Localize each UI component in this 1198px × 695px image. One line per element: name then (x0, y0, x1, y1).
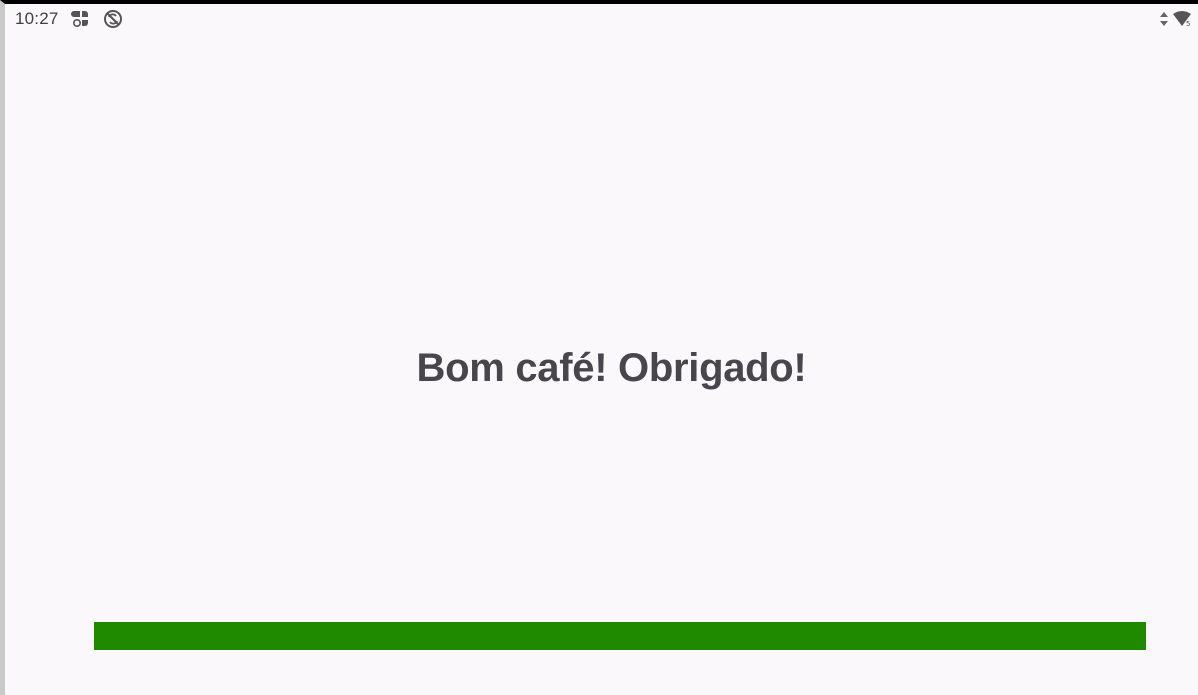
data-arrows-icon (1159, 9, 1169, 29)
progress-bar-fill (94, 622, 1146, 650)
status-clock: 10:27 (15, 9, 59, 28)
app-grid-icon (70, 9, 91, 29)
svg-text:5: 5 (1186, 20, 1190, 27)
status-bar-left: 10:27 (15, 9, 123, 29)
status-bar-right: 5 (1159, 9, 1192, 29)
wifi-icon: 5 (1172, 9, 1192, 29)
progress-bar (94, 622, 1146, 650)
app-screen: 10:27 5 Bom café! Obrigado! (0, 0, 1198, 695)
no-sync-icon (103, 9, 123, 29)
status-bar: 10:27 5 (5, 4, 1198, 34)
thank-you-message: Bom café! Obrigado! (416, 346, 807, 390)
main-content: Bom café! Obrigado! (5, 34, 1198, 695)
